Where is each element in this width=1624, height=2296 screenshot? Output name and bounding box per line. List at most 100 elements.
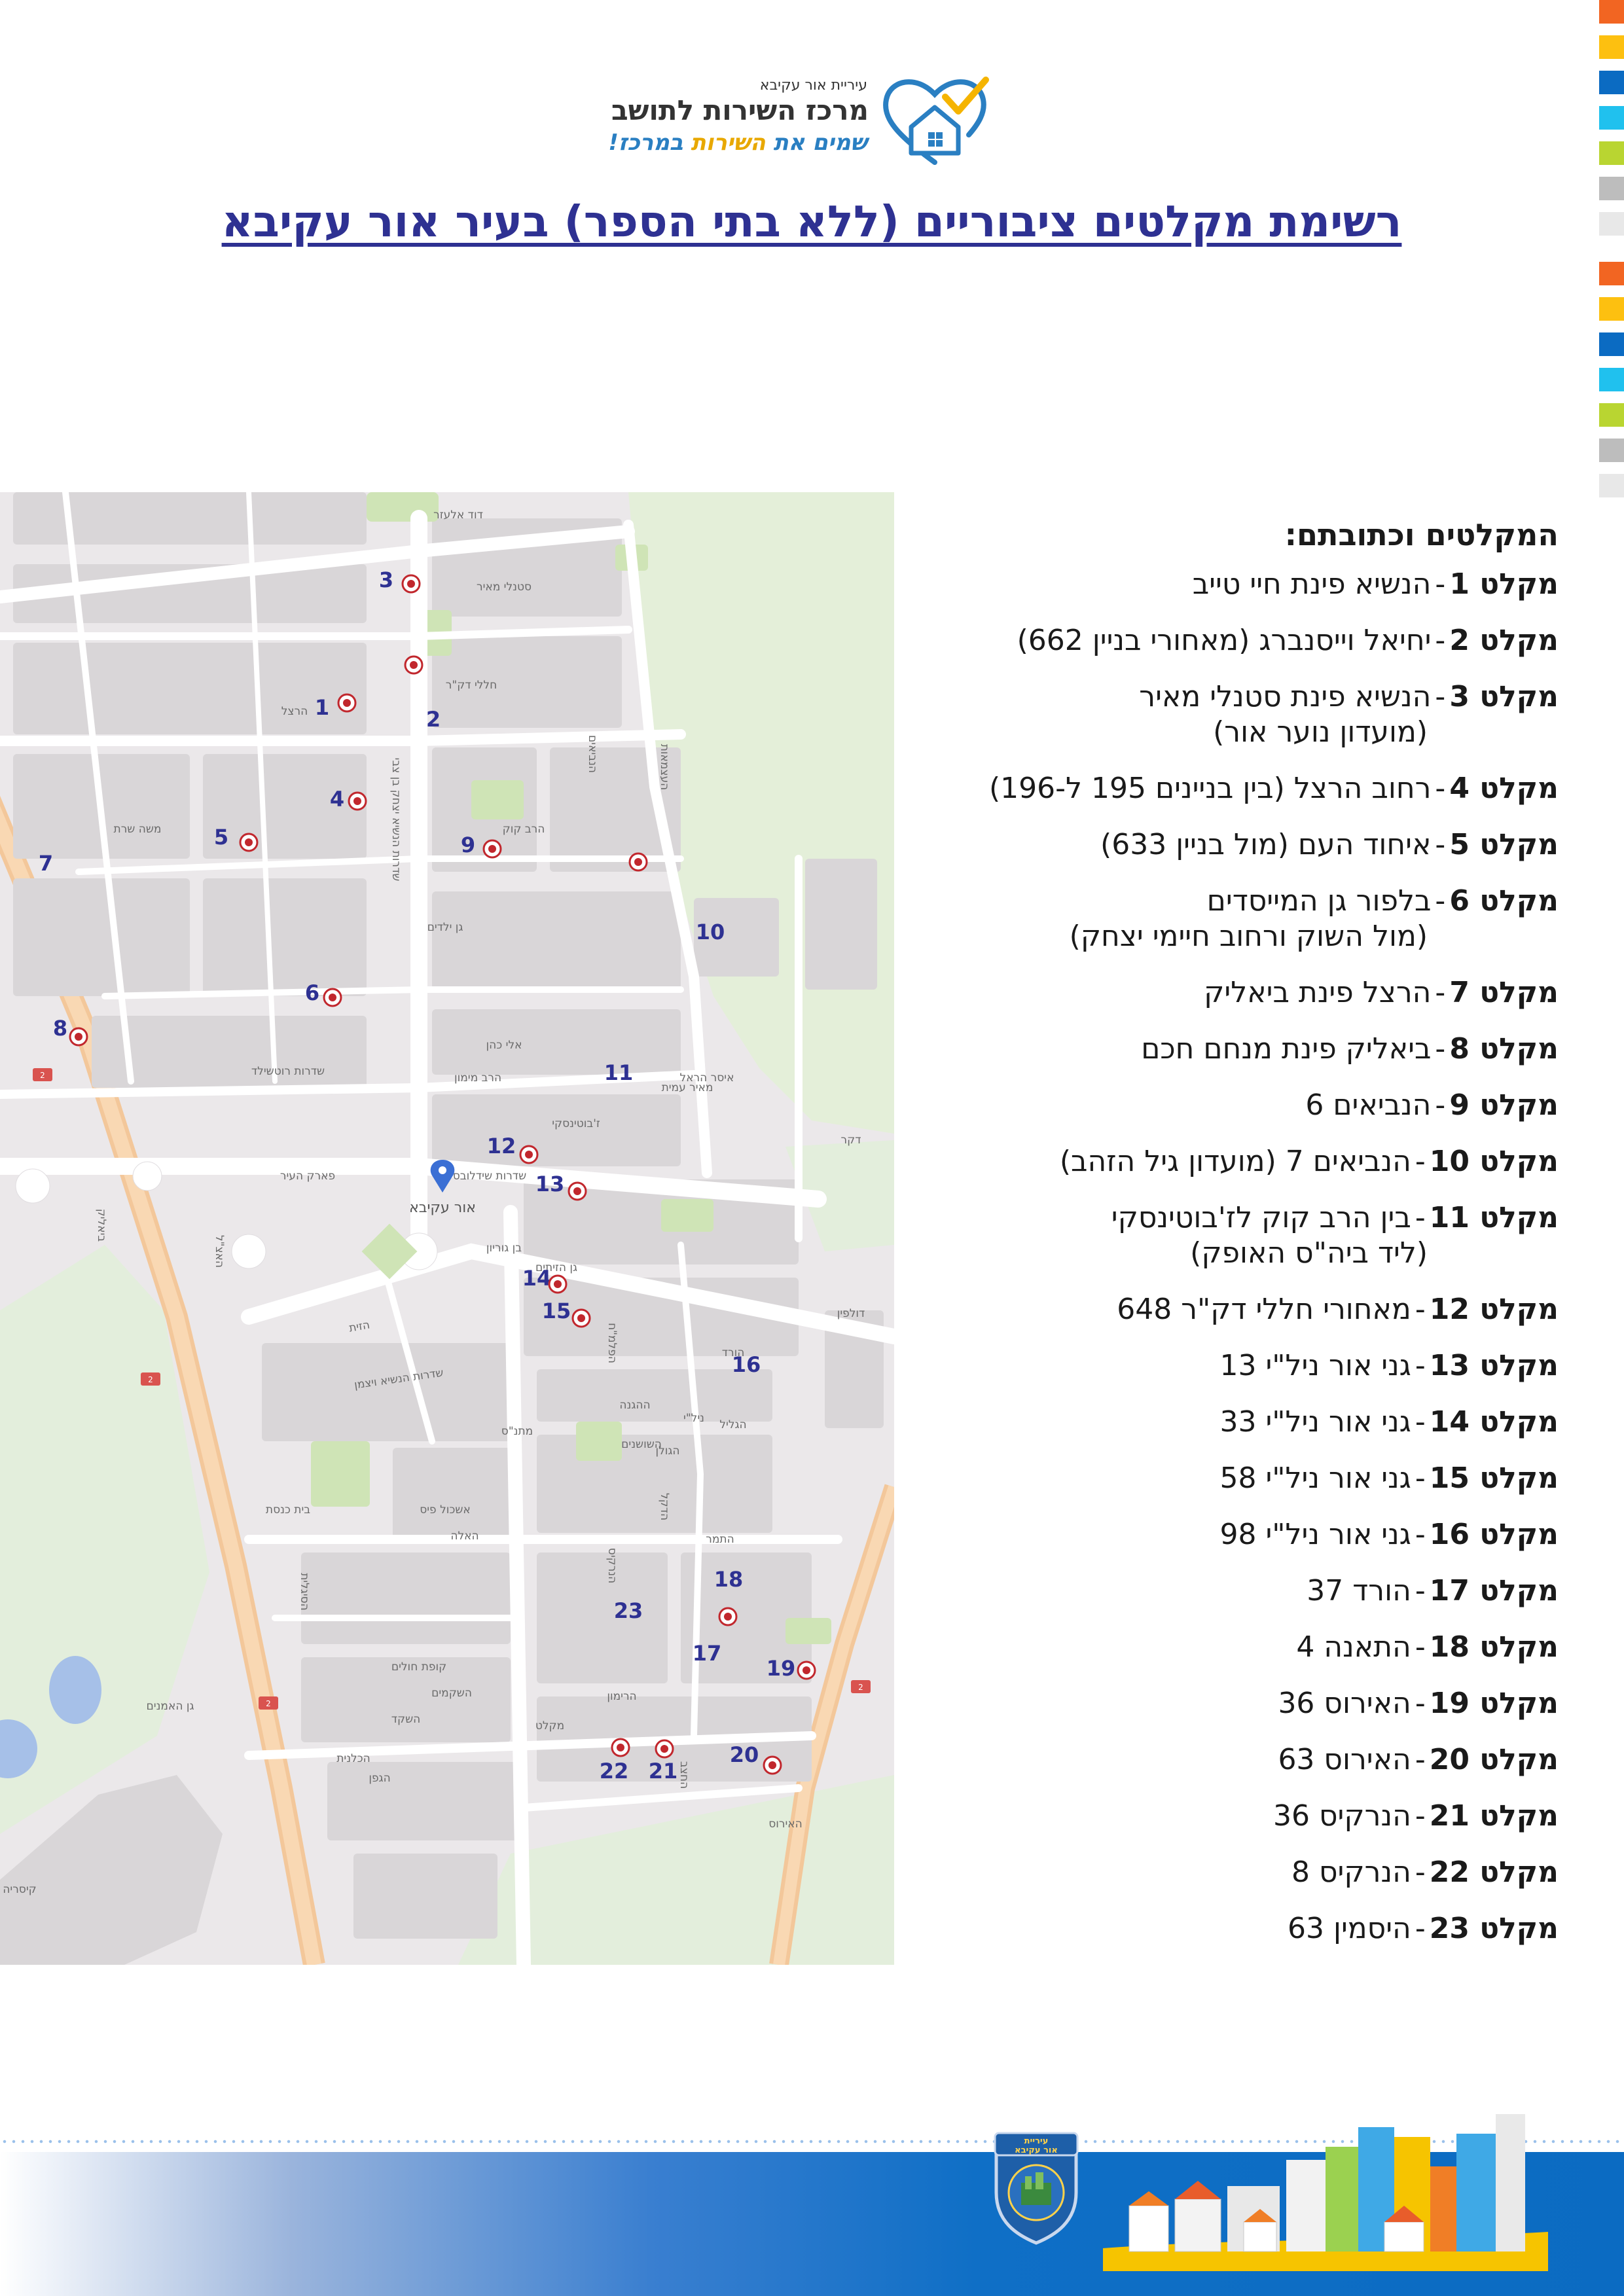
- street-label: אשכול פיס: [420, 1503, 471, 1516]
- shelter-label: מקלט 6: [1449, 884, 1559, 918]
- street-label: דולפין: [837, 1307, 865, 1320]
- shelter-item: מקלט 9-הנביאים 6: [904, 1088, 1559, 1123]
- street-label: הפלמ"ח: [605, 1323, 619, 1363]
- shelter-address: איחוד העם (מול בניין 633): [1100, 828, 1432, 861]
- color-swatch: [1599, 0, 1624, 24]
- color-swatch: [1599, 262, 1624, 285]
- street-label: גן האמנים: [147, 1700, 194, 1713]
- street-label: השקד: [391, 1713, 421, 1726]
- shelter-map-number: 2: [426, 707, 441, 732]
- shelter-map-number: 17: [693, 1641, 722, 1666]
- color-swatch: [1599, 106, 1624, 130]
- street-label: השושנים: [621, 1438, 662, 1451]
- shelter-item: מקלט 2-יחיאל וייסנברג (מאחורי בניין 662): [904, 623, 1559, 658]
- shelter-item: מקלט 17-הורד 37: [904, 1573, 1559, 1609]
- shelter-address: הנשיא פינת חיי טייב: [1192, 567, 1432, 601]
- shelter-label: מקלט 9: [1449, 1088, 1559, 1122]
- street-label: שדרות שידלובסקי: [442, 1170, 526, 1183]
- shelter-label: מקלט 16: [1429, 1518, 1559, 1551]
- slogan-part-a: שמים את: [765, 130, 867, 156]
- shelter-item: מקלט 4-רחוב הרצל (בין בניינים 195 ל-196): [904, 771, 1559, 806]
- shelter-items: מקלט 1-הנשיא פינת חיי טייב מקלט 2-יחיאל ו…: [904, 567, 1559, 1946]
- color-swatch: [1599, 368, 1624, 391]
- street-label: הרב מימון: [454, 1071, 501, 1085]
- shelter-marker-dot: [573, 1187, 581, 1195]
- color-swatch: [1599, 71, 1624, 94]
- shelter-map-number: 14: [522, 1266, 552, 1291]
- street-label: ניל"י: [683, 1412, 704, 1425]
- separator: -: [1415, 1462, 1426, 1495]
- shelter-address: האירוס 63: [1278, 1743, 1411, 1776]
- color-swatch: [1599, 141, 1624, 165]
- separator: -: [1415, 1293, 1426, 1326]
- separator: -: [1415, 1687, 1426, 1720]
- street-label: הגפן: [369, 1772, 390, 1785]
- shelter-item: מקלט 6-בלפור גן המייסדים (מול השוק ורחוב …: [904, 884, 1559, 954]
- street-label: הנביאים: [586, 735, 599, 773]
- street-label: שדרות רוטשילד: [251, 1065, 325, 1078]
- shelter-map-number: 22: [600, 1759, 629, 1784]
- shelter-address: גני אור ניל"י 58: [1219, 1462, 1411, 1495]
- shelter-marker-dot: [724, 1613, 732, 1621]
- shelter-address: התאנה 4: [1296, 1630, 1411, 1664]
- separator: -: [1435, 772, 1446, 805]
- shelter-marker-dot: [329, 994, 336, 1001]
- color-swatch: [1599, 35, 1624, 59]
- color-swatch: [1599, 474, 1624, 497]
- shelter-label: מקלט 23: [1429, 1912, 1559, 1945]
- shelter-address: היסמין 63: [1287, 1912, 1411, 1945]
- shelter-marker-dot: [343, 699, 351, 707]
- shelter-map-number: 18: [714, 1567, 744, 1592]
- street-label: בית כנסת: [266, 1503, 310, 1516]
- shelter-label: מקלט 18: [1429, 1630, 1559, 1664]
- lake: [49, 1656, 101, 1724]
- shelter-map-number: 23: [614, 1598, 643, 1623]
- shelter-marker-dot: [525, 1151, 533, 1158]
- shelter-note: (ליד ביה"ס האופק): [1190, 1236, 1428, 1270]
- shelter-address: האירוס 36: [1278, 1687, 1411, 1720]
- shelter-label: מקלט 20: [1429, 1743, 1559, 1776]
- shelter-item: מקלט 1-הנשיא פינת חיי טייב: [904, 567, 1559, 602]
- shelter-address: הורד 37: [1307, 1574, 1411, 1607]
- street-label: הכלנית: [336, 1752, 370, 1765]
- shelter-label: מקלט 17: [1429, 1574, 1559, 1607]
- shelter-map-number: 20: [730, 1742, 759, 1767]
- separator: -: [1415, 1912, 1426, 1945]
- color-swatch: [1599, 332, 1624, 356]
- street-label: חללי דק"ר: [446, 679, 497, 692]
- shelter-map-number: 13: [535, 1172, 565, 1196]
- shelter-map-number: 1: [315, 695, 329, 720]
- shelter-marker-dot: [410, 661, 418, 669]
- color-swatch: [1599, 403, 1624, 427]
- svg-text:2: 2: [148, 1375, 153, 1384]
- shelter-item: מקלט 20-האירוס 63: [904, 1742, 1559, 1778]
- separator: -: [1415, 1743, 1426, 1776]
- street-label: הרצל: [281, 705, 308, 718]
- slogan-part-c: במרכז!: [608, 130, 691, 156]
- shelter-label: מקלט 10: [1429, 1145, 1559, 1178]
- separator: -: [1435, 884, 1446, 918]
- shelter-item: מקלט 14-גני אור ניל"י 33: [904, 1405, 1559, 1440]
- svg-text:2: 2: [858, 1683, 863, 1692]
- street-label: ביאליק: [95, 1209, 108, 1242]
- street-label: קיסריה: [3, 1883, 36, 1896]
- shelter-address: הנביאים 7 (מועדון גיל הזהב): [1059, 1145, 1411, 1178]
- shelter-marker-dot: [407, 580, 415, 588]
- street-label: השקמים: [431, 1687, 472, 1700]
- shelter-item: מקלט 13-גני אור ניל"י 13: [904, 1348, 1559, 1384]
- shelter-label: מקלט 22: [1429, 1856, 1559, 1889]
- city-map: דוד אלעזר שדרות הנשיא יצחק בן צבי הרצל ביאל…: [0, 492, 894, 1965]
- street-label: דוד אלעזר: [433, 509, 483, 522]
- shelter-label: מקלט 14: [1429, 1405, 1559, 1439]
- shelter-marker-dot: [660, 1745, 668, 1753]
- shelter-item: מקלט 22-הנרקיס 8: [904, 1855, 1559, 1890]
- shelter-item: מקלט 10-הנביאים 7 (מועדון גיל הזהב): [904, 1144, 1559, 1179]
- shelter-label: מקלט 13: [1429, 1349, 1559, 1382]
- shelter-marker-dot: [768, 1761, 776, 1769]
- separator: -: [1435, 624, 1446, 657]
- shelter-address: גני אור ניל"י 98: [1219, 1518, 1411, 1551]
- shelter-map-number: 19: [767, 1656, 796, 1681]
- shelters-map: דוד אלעזר שדרות הנשיא יצחק בן צבי הרצל ביאל…: [0, 492, 894, 1965]
- shelter-item: מקלט 7-הרצל פינת ביאליק: [904, 975, 1559, 1011]
- shelter-note: (מול השוק ורחוב חיימי יצחק): [1069, 920, 1428, 953]
